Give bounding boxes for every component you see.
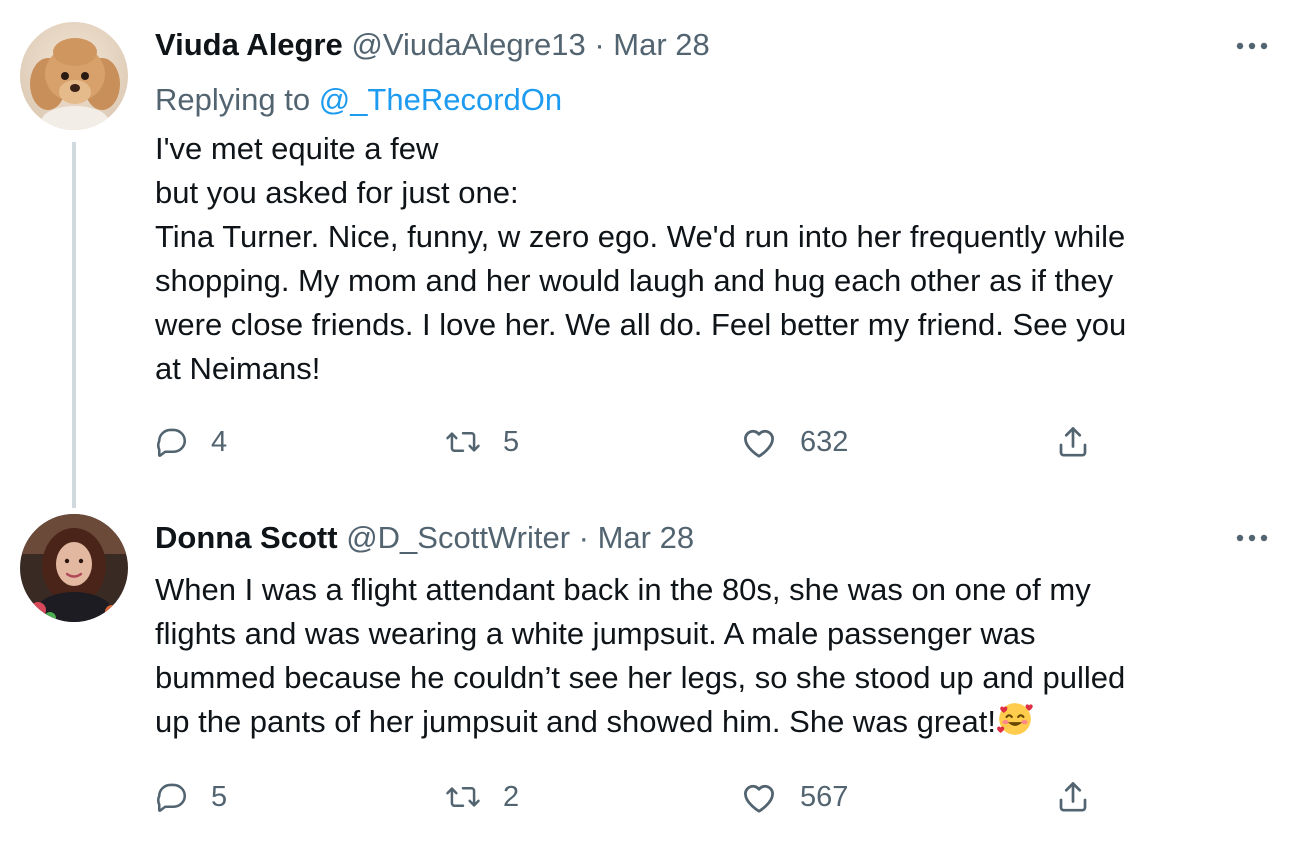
like-count: 632 <box>800 425 849 458</box>
thread-connector-line <box>72 142 76 508</box>
reply-count: 5 <box>211 780 228 813</box>
tweet-actions: 4 5 632 <box>155 420 1115 464</box>
heart-outline-icon <box>744 784 774 813</box>
retweet-arrows-icon <box>446 432 480 452</box>
tweet-text-line: I've met equite a few <box>155 131 439 166</box>
replying-to-label: Replying to <box>155 82 319 117</box>
tweet-header: Viuda Alegre @ViudaAlegre13 · Mar 28 <box>155 25 1210 65</box>
tweet-text-line: but you asked for just one: <box>155 175 519 210</box>
tweet-text: When I was a flight attendant back in th… <box>155 568 1275 750</box>
more-dots-icon[interactable] <box>1232 36 1272 56</box>
tweet-actions: 5 2 567 <box>155 775 1115 819</box>
share-upload-icon <box>1059 782 1087 812</box>
reply-button[interactable]: 5 <box>155 775 227 819</box>
speech-bubble-icon <box>157 428 187 457</box>
tweet-header: Donna Scott @D_ScottWriter · Mar 28 <box>155 518 1210 558</box>
more-dots-icon[interactable] <box>1232 528 1272 548</box>
poodle-avatar-image <box>20 22 128 130</box>
tweet-text-line: When I was a flight attendant back in th… <box>155 572 1091 607</box>
author-name[interactable]: Donna Scott <box>155 520 338 555</box>
retweet-count: 2 <box>503 780 520 813</box>
reply-button[interactable]: 4 <box>155 420 227 464</box>
tweet-text-line: were close friends. I love her. We all d… <box>155 307 1127 342</box>
tweet-text-line: flights and was wearing a white jumpsuit… <box>155 616 1036 651</box>
speech-bubble-icon <box>157 783 187 812</box>
tweet[interactable]: Donna Scott @D_ScottWriter · Mar 28 When… <box>0 500 1300 844</box>
author-handle[interactable]: @ViudaAlegre13 <box>351 27 585 62</box>
like-button[interactable]: 567 <box>740 775 848 819</box>
tweet-date[interactable]: Mar 28 <box>613 27 709 62</box>
reply-count: 4 <box>211 425 228 458</box>
share-button[interactable] <box>1055 420 1091 464</box>
tweet-text-line: at Neimans! <box>155 351 321 386</box>
retweet-button[interactable]: 5 <box>445 420 519 464</box>
share-upload-icon <box>1059 427 1087 457</box>
woman-avatar-image <box>20 514 128 622</box>
retweet-button[interactable]: 2 <box>445 775 519 819</box>
header-separator: · <box>594 27 605 62</box>
author-name[interactable]: Viuda Alegre <box>155 27 343 62</box>
tweet-text: I've met equite a few but you asked for … <box>155 127 1275 391</box>
like-button[interactable]: 632 <box>740 420 848 464</box>
replying-to: Replying to @_TheRecordOn <box>155 80 562 120</box>
tweet-text-line: bummed because he couldn’t see her legs,… <box>155 660 1126 695</box>
author-handle[interactable]: @D_ScottWriter <box>346 520 570 555</box>
avatar[interactable] <box>20 514 128 622</box>
tweet-text-line: shopping. My mom and her would laugh and… <box>155 263 1114 298</box>
header-separator: · <box>578 520 589 555</box>
tweet-text-line: Tina Turner. Nice, funny, w zero ego. We… <box>155 219 1126 254</box>
smiling-face-with-hearts-icon <box>996 700 1034 750</box>
share-button[interactable] <box>1055 775 1091 819</box>
retweet-arrows-icon <box>446 787 480 807</box>
heart-outline-icon <box>744 429 774 458</box>
tweet-text-line-with-emoji: up the pants of her jumpsuit and showed … <box>155 700 1275 750</box>
tweet[interactable]: Viuda Alegre @ViudaAlegre13 · Mar 28 Rep… <box>0 0 1300 508</box>
tweet-text-line: up the pants of her jumpsuit and showed … <box>155 704 996 739</box>
tweet-date[interactable]: Mar 28 <box>598 520 694 555</box>
replying-to-mention-link[interactable]: @_TheRecordOn <box>319 82 562 117</box>
like-count: 567 <box>800 780 849 813</box>
retweet-count: 5 <box>503 425 520 458</box>
avatar[interactable] <box>20 22 128 130</box>
